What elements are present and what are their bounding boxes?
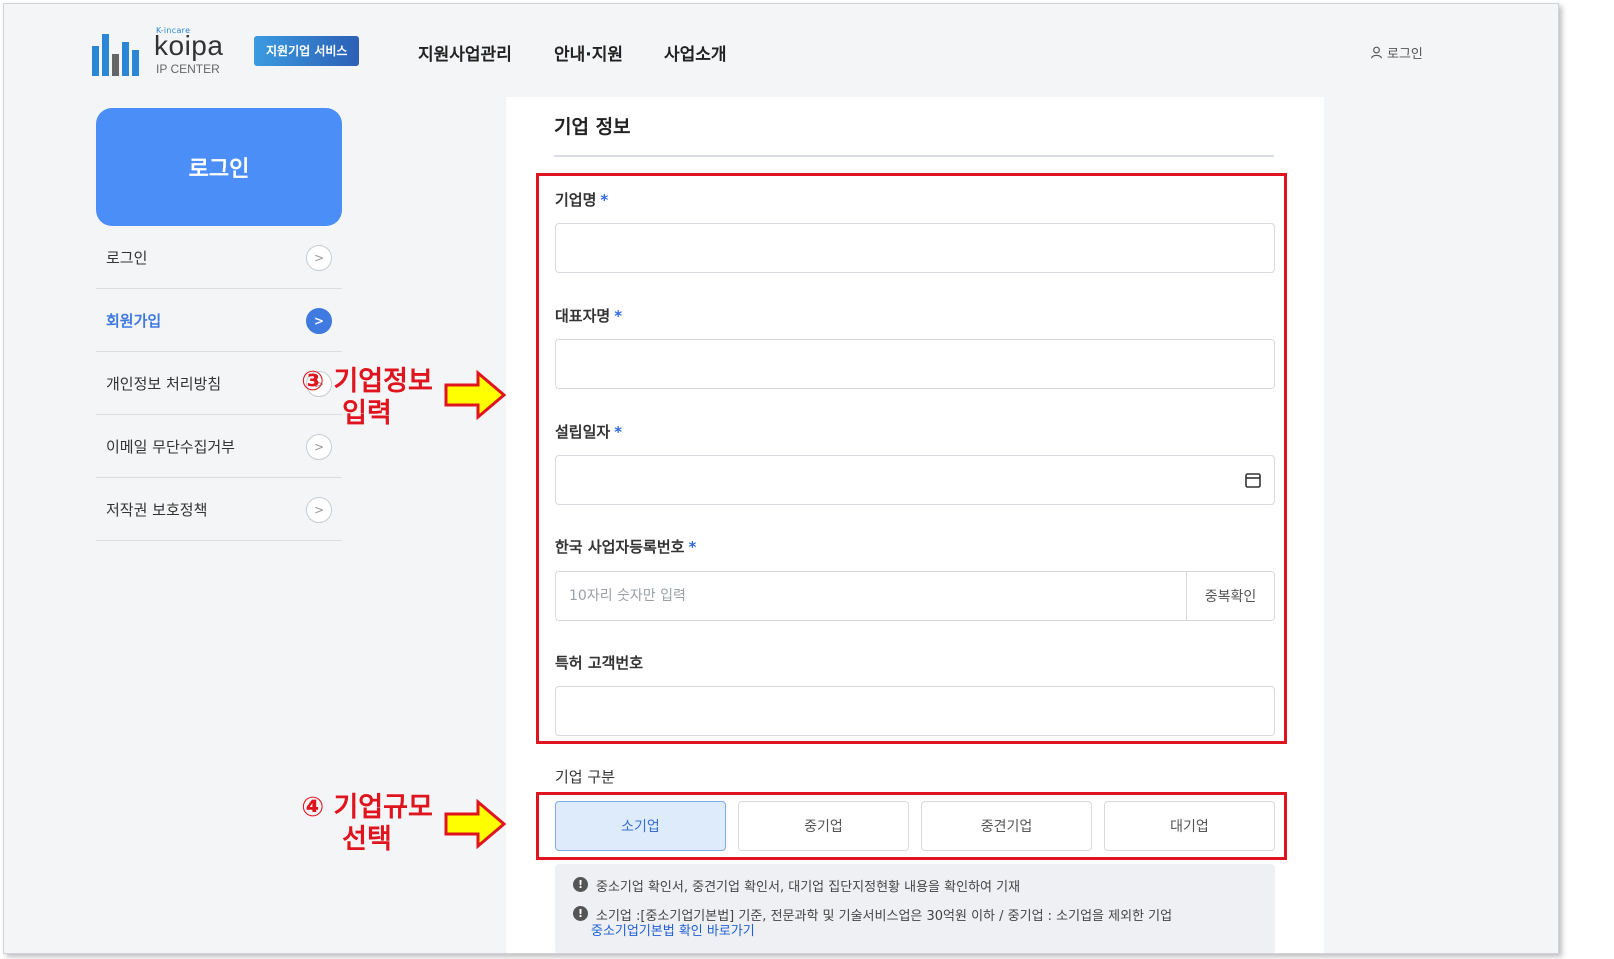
annotation-step4: ④ 기업규모 선택 xyxy=(301,792,433,855)
sidebar-item-label: 이메일 무단수집거부 xyxy=(106,437,235,456)
koipa-logo[interactable]: K-incare koipa IP CENTER xyxy=(92,26,242,76)
sidebar-item-copyright[interactable]: 저작권 보호정책 > xyxy=(96,478,342,541)
sidebar-item-signup[interactable]: 회원가입 > xyxy=(96,289,342,352)
sme-law-link[interactable]: 중소기업기본법 확인 바로가기 xyxy=(591,920,755,939)
nav-business-intro[interactable]: 사업소개 xyxy=(664,40,727,65)
logo-bars-icon xyxy=(92,30,144,76)
exclamation-icon: ! xyxy=(573,906,588,921)
logo-subtitle: IP CENTER xyxy=(156,62,220,76)
header-login-label: 로그인 xyxy=(1387,47,1423,62)
chevron-right-icon: > xyxy=(306,497,332,523)
sidebar-item-label: 개인정보 처리방침 xyxy=(106,374,222,393)
sidebar-item-label: 회원가입 xyxy=(106,311,162,330)
note-text: 중소기업 확인서, 중견기업 확인서, 대기업 집단지정현황 내용을 확인하여 … xyxy=(596,880,1021,895)
browser-viewport: K-incare koipa IP CENTER 지원기업 서비스 지원사업관리… xyxy=(3,3,1559,954)
arrow-right-icon xyxy=(444,799,506,849)
sidebar-item-label: 로그인 xyxy=(106,248,148,267)
company-size-label: 기업 구분 xyxy=(555,768,615,786)
nav-support-program[interactable]: 지원사업관리 xyxy=(418,40,512,65)
section-divider xyxy=(554,155,1274,157)
sidebar-item-label: 저작권 보호정책 xyxy=(106,500,208,519)
chevron-right-icon: > xyxy=(306,245,332,271)
header-login-link[interactable]: 로그인 xyxy=(1370,43,1423,62)
section-title: 기업 정보 xyxy=(554,116,631,138)
chevron-right-icon: > xyxy=(306,434,332,460)
annotation-box-company-size xyxy=(536,792,1287,860)
annotation-step3: ③ 기업정보 입력 xyxy=(301,366,433,429)
chevron-right-icon: > xyxy=(306,308,332,334)
exclamation-icon: ! xyxy=(573,877,588,892)
service-badge[interactable]: 지원기업 서비스 xyxy=(254,36,360,66)
note-item: ! 중소기업 확인서, 중견기업 확인서, 대기업 집단지정현황 내용을 확인하… xyxy=(573,876,1020,895)
nav-guide-support[interactable]: 안내·지원 xyxy=(554,40,623,65)
user-icon xyxy=(1371,46,1382,59)
sidebar-item-login[interactable]: 로그인 > xyxy=(96,226,342,289)
annotation-box-company-info xyxy=(536,173,1287,744)
arrow-right-icon xyxy=(444,370,506,420)
logo-wordmark: koipa xyxy=(154,30,224,61)
sidebar-title: 로그인 xyxy=(96,108,342,226)
info-notes: ! 중소기업 확인서, 중견기업 확인서, 대기업 집단지정현황 내용을 확인하… xyxy=(555,864,1275,953)
